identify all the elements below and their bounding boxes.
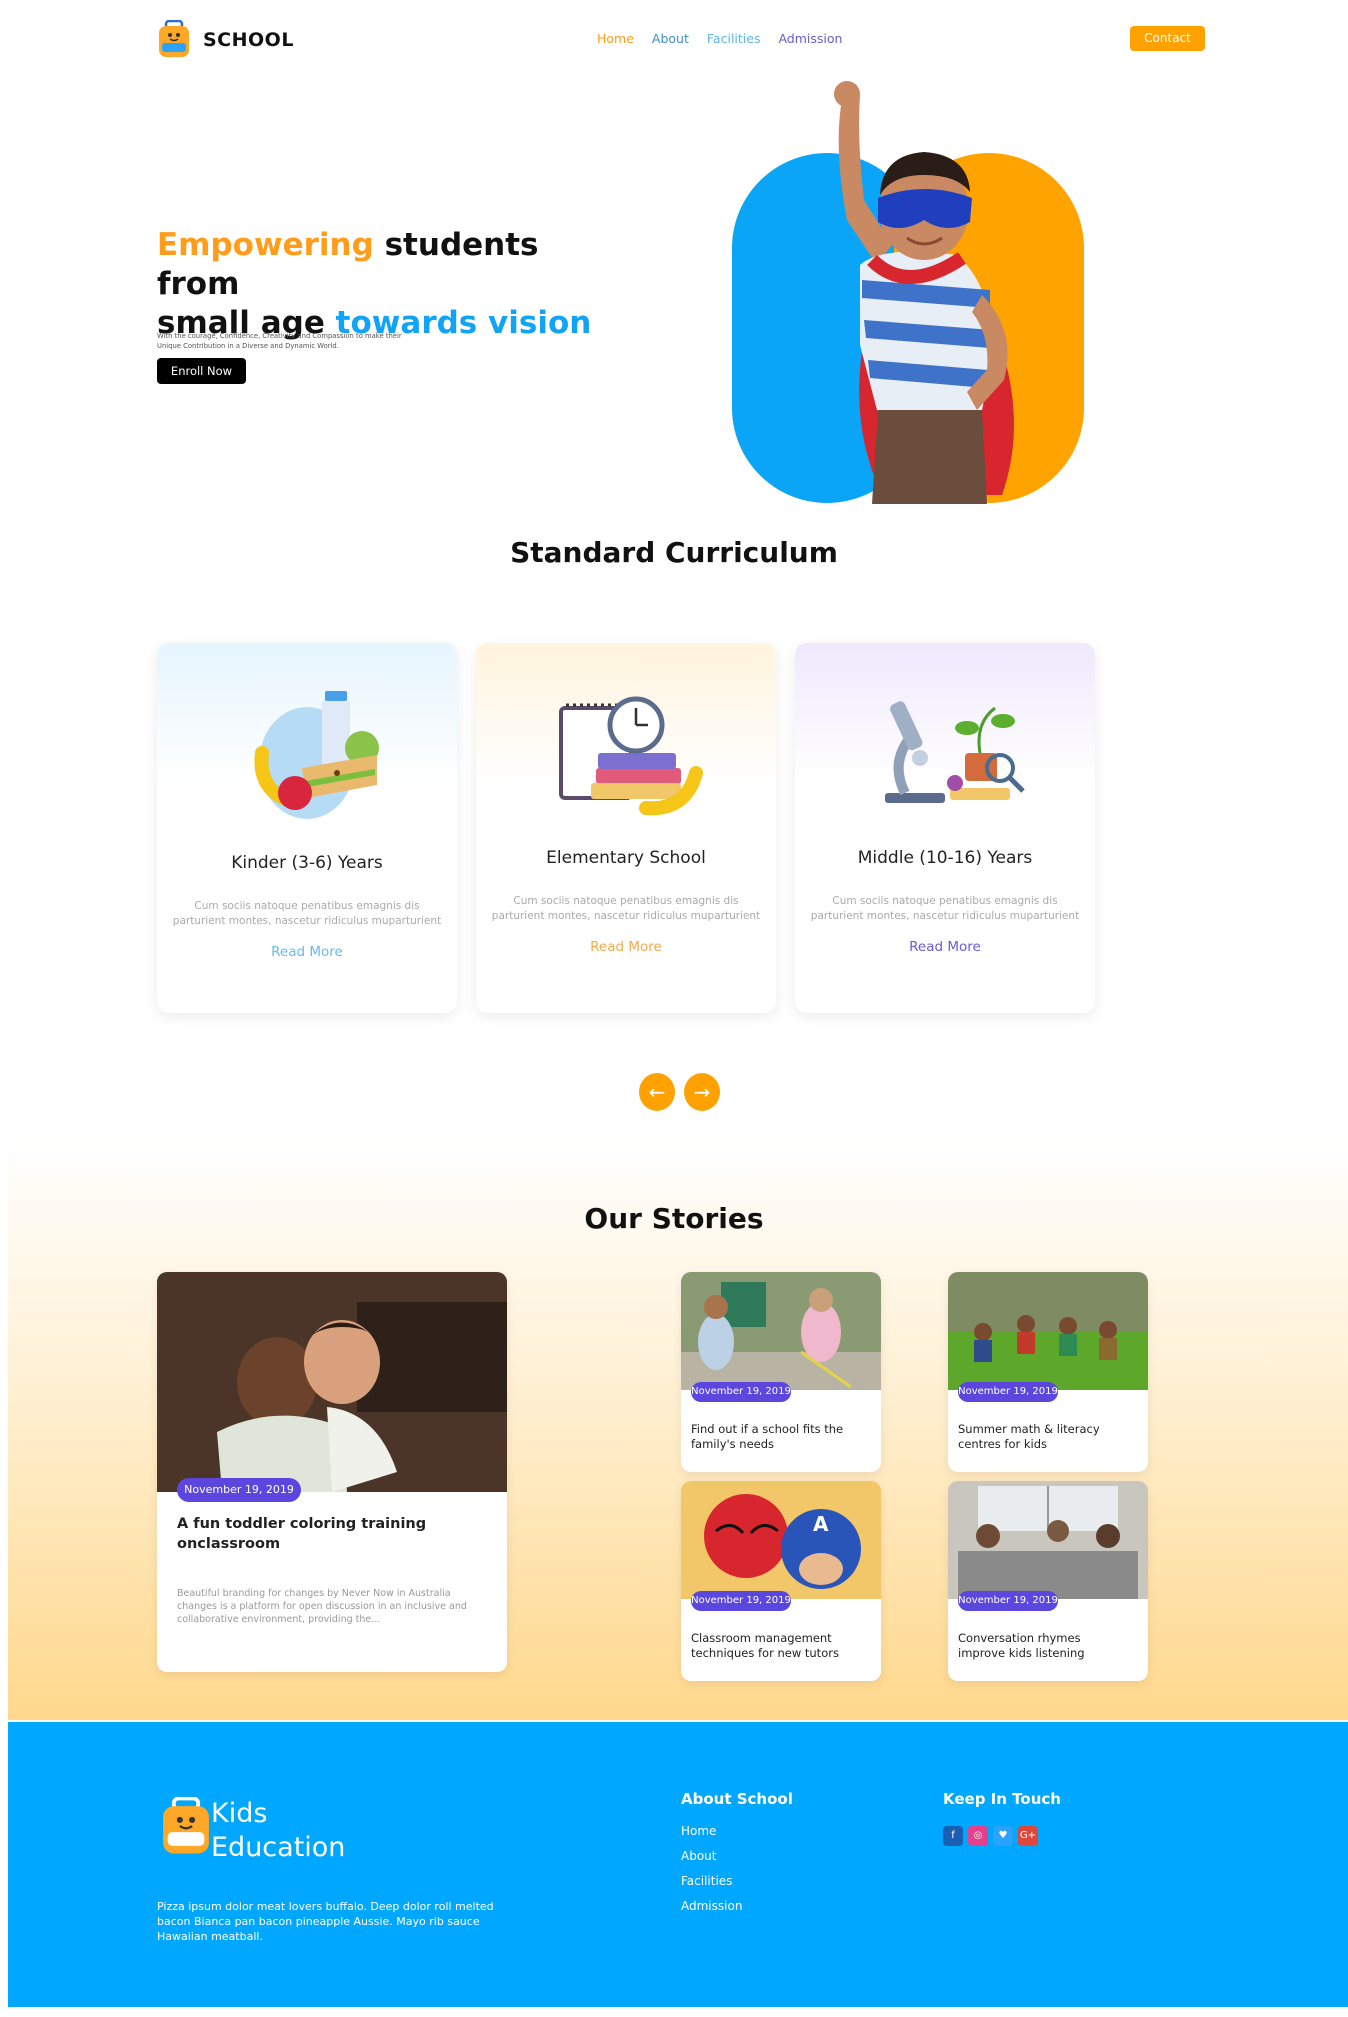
- featured-story-card[interactable]: November 19, 2019 A fun toddler coloring…: [157, 1272, 507, 1672]
- hero-description: With the courage, Confidence, Creativity…: [157, 332, 402, 350]
- hero-title: Empowering students from small age towar…: [157, 226, 597, 343]
- read-more-link[interactable]: Read More: [795, 939, 1095, 955]
- curriculum-card-middle[interactable]: Middle (10-16) Years Cum sociis natoque …: [795, 643, 1095, 1013]
- story-card[interactable]: November 19, 2019 Find out if a school f…: [681, 1272, 881, 1472]
- story-title[interactable]: Summer math & literacy centres for kids: [958, 1422, 1128, 1452]
- carousel-prev-arrow-icon[interactable]: ←: [639, 1073, 675, 1111]
- footer-link-admission[interactable]: Admission: [681, 1899, 742, 1924]
- footer-about-heading: About School: [681, 1790, 793, 1808]
- footer-link-home[interactable]: Home: [681, 1824, 742, 1849]
- story-photo-kids-garden: [681, 1272, 881, 1390]
- footer-description: Pizza ipsum dolor meat lovers buffalo. D…: [157, 1900, 494, 1943]
- read-more-link[interactable]: Read More: [476, 939, 776, 955]
- microscope-plant-illustration: [885, 701, 1025, 803]
- curriculum-card-kinder[interactable]: Kinder (3-6) Years Cum sociis natoque pe…: [157, 643, 457, 1013]
- footer-brand-line1: Kids: [211, 1798, 268, 1829]
- hero-title-empowering: Empowering: [157, 227, 374, 263]
- card-description: Cum sociis natoque penatibus emagnis dis…: [172, 900, 442, 927]
- read-more-link[interactable]: Read More: [157, 944, 457, 960]
- main-nav: Home About Facilities Admission: [597, 31, 842, 46]
- enroll-now-button[interactable]: Enroll Now: [157, 358, 246, 384]
- dribbble-icon[interactable]: ◎: [968, 1826, 988, 1846]
- footer-brand-line2: Education: [211, 1832, 346, 1863]
- footer-links: Home About Facilities Admission: [681, 1824, 742, 1924]
- backpack-footer-logo-icon[interactable]: [160, 1797, 212, 1855]
- carousel-next-arrow-icon[interactable]: →: [684, 1073, 720, 1111]
- twitter-icon[interactable]: ♥: [993, 1826, 1013, 1846]
- hero-superhero-kid-image: [732, 81, 1084, 504]
- google-plus-icon[interactable]: G+: [1018, 1826, 1038, 1846]
- footer-link-facilities[interactable]: Facilities: [681, 1874, 742, 1899]
- facebook-icon[interactable]: f: [943, 1826, 963, 1846]
- footer-link-about[interactable]: About: [681, 1849, 742, 1874]
- books-clock-illustration: [559, 696, 703, 816]
- story-card[interactable]: November 19, 2019 Conversation rhymes im…: [948, 1481, 1148, 1681]
- curriculum-heading: Standard Curriculum: [510, 536, 838, 569]
- featured-story-excerpt: Beautiful branding for changes by Never …: [177, 1588, 467, 1625]
- story-photo-kids-table: [948, 1481, 1148, 1599]
- contact-button[interactable]: Contact: [1130, 26, 1205, 51]
- nav-about[interactable]: About: [652, 31, 689, 46]
- footer-keep-in-touch-heading: Keep In Touch: [943, 1790, 1061, 1808]
- card-description: Cum sociis natoque penatibus emagnis dis…: [810, 895, 1080, 922]
- svg-text:A: A: [813, 1512, 829, 1536]
- brand-name[interactable]: SCHOOL: [203, 29, 294, 51]
- story-title[interactable]: Find out if a school fits the family's n…: [691, 1422, 861, 1452]
- card-title: Middle (10-16) Years: [857, 848, 1033, 868]
- story-card[interactable]: A November 19, 2019 Classroom management…: [681, 1481, 881, 1681]
- backpack-logo-icon[interactable]: [157, 20, 191, 58]
- featured-story-title[interactable]: A fun toddler coloring training onclassr…: [177, 1514, 447, 1554]
- story-photo-kids-grass: [948, 1272, 1148, 1390]
- footer-brand[interactable]: Kids Education: [211, 1797, 345, 1865]
- card-title: Kinder (3-6) Years: [231, 853, 383, 873]
- featured-story-date: November 19, 2019: [177, 1478, 301, 1502]
- card-description: Cum sociis natoque penatibus emagnis dis…: [491, 895, 761, 922]
- nav-admission[interactable]: Admission: [778, 31, 842, 46]
- nav-home[interactable]: Home: [597, 31, 634, 46]
- story-title[interactable]: Conversation rhymes improve kids listeni…: [958, 1631, 1128, 1661]
- curriculum-card-elementary[interactable]: Elementary School Cum sociis natoque pen…: [476, 643, 776, 1013]
- story-card[interactable]: November 19, 2019 Summer math & literacy…: [948, 1272, 1148, 1472]
- story-date: November 19, 2019: [958, 1591, 1058, 1611]
- site-footer: [8, 1722, 1348, 2007]
- site-header: SCHOOL Home About Facilities Admission C…: [157, 20, 1205, 60]
- card-title: Elementary School: [546, 848, 706, 868]
- nav-facilities[interactable]: Facilities: [707, 31, 761, 46]
- lunch-food-illustration: [254, 691, 379, 819]
- stories-heading: Our Stories: [584, 1202, 764, 1235]
- story-date: November 19, 2019: [958, 1382, 1058, 1402]
- story-date: November 19, 2019: [691, 1382, 791, 1402]
- story-photo-superhero-masks: A: [681, 1481, 881, 1599]
- featured-story-photo: [157, 1272, 507, 1492]
- story-title[interactable]: Classroom management techniques for new …: [691, 1631, 861, 1661]
- story-date: November 19, 2019: [691, 1591, 791, 1611]
